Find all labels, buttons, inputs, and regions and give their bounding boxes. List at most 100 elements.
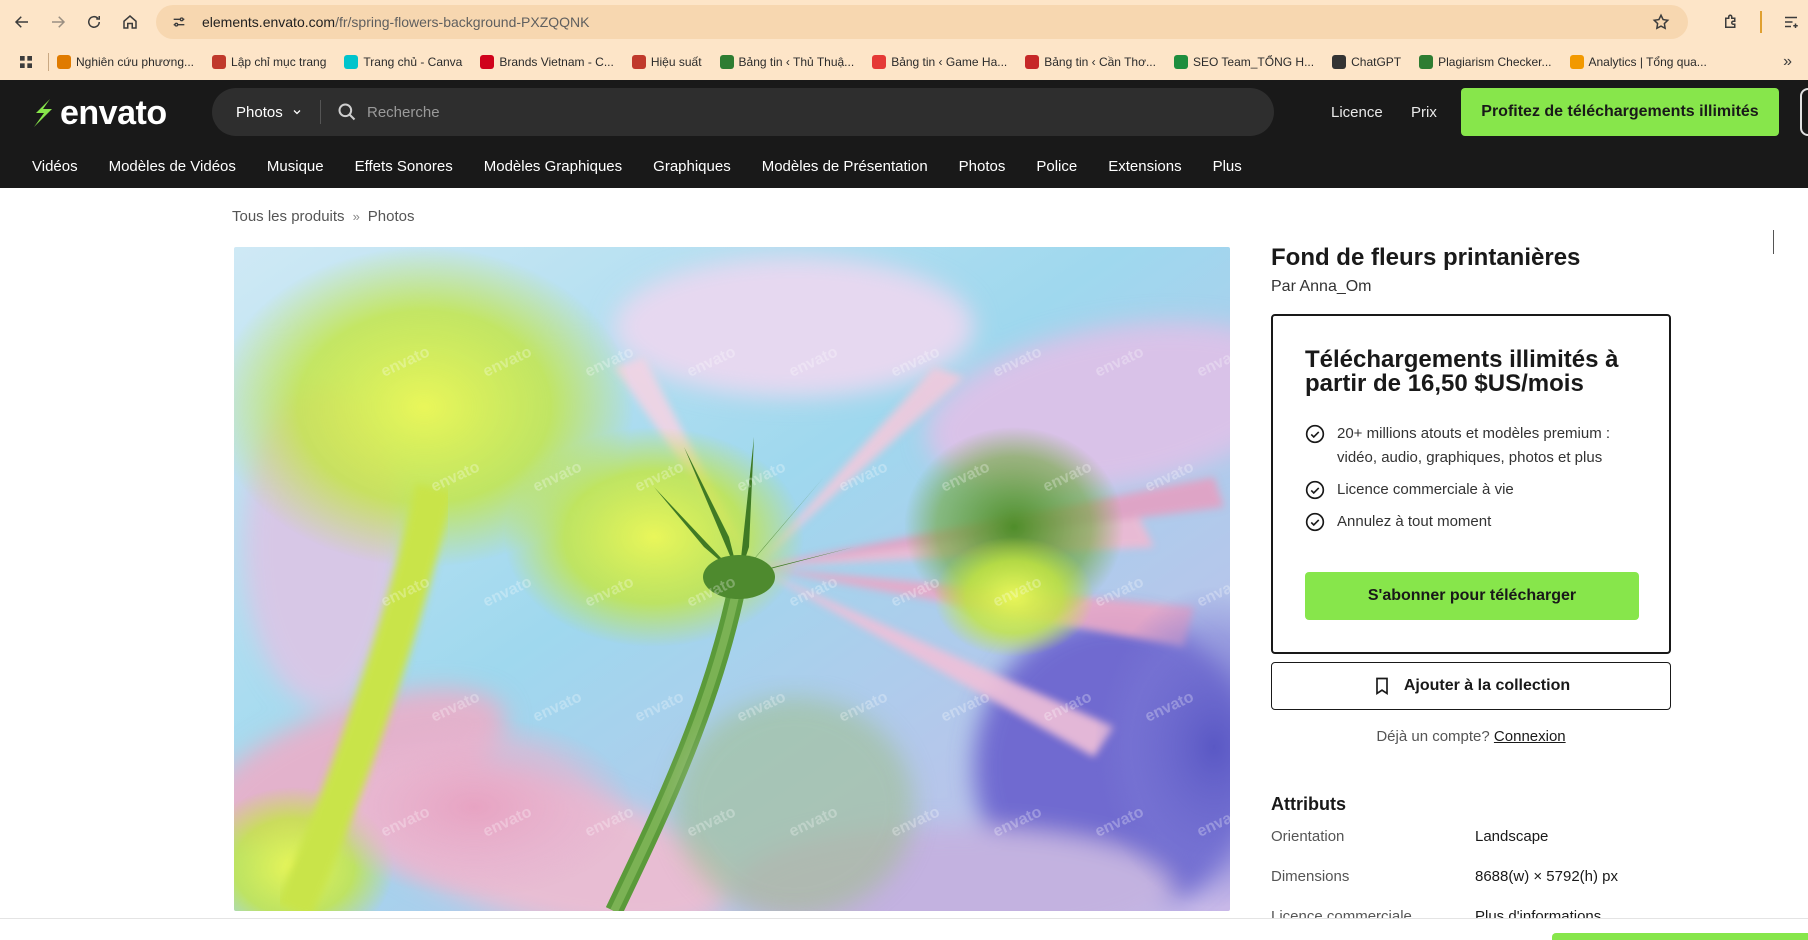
logo-text: envato bbox=[60, 94, 167, 132]
bookmark-label: ChatGPT bbox=[1351, 55, 1402, 69]
home-icon bbox=[123, 15, 137, 29]
nav-divider bbox=[1773, 230, 1774, 254]
extensions-button[interactable] bbox=[1714, 4, 1748, 40]
bookmark-star-icon[interactable] bbox=[1652, 13, 1670, 36]
envato-leaf-icon bbox=[34, 98, 52, 127]
category-nav-item[interactable]: Police bbox=[1036, 158, 1077, 175]
subscription-card: Téléchargements illimités à partir de 16… bbox=[1271, 314, 1671, 654]
category-nav-item[interactable]: Extensions bbox=[1108, 158, 1181, 175]
author-link[interactable]: Anna_Om bbox=[1299, 278, 1371, 295]
bookmark-item[interactable]: ChatGPT bbox=[1332, 55, 1401, 69]
search-input[interactable] bbox=[367, 103, 1167, 121]
bookmark-item[interactable]: Bảng tin ‹ Game Ha... bbox=[872, 55, 1007, 69]
attribute-row: Dimensions 8688(w) × 5792(h) px bbox=[1271, 868, 1671, 885]
reload-icon bbox=[88, 15, 100, 28]
category-nav-item[interactable]: Photos bbox=[959, 158, 1006, 175]
site-header: envato Photos Licence Prix Profitez de t… bbox=[0, 80, 1808, 254]
search-icon[interactable] bbox=[337, 102, 357, 122]
apps-grid-icon[interactable] bbox=[12, 54, 40, 70]
bookmark-item[interactable]: Analytics | Tổng qua... bbox=[1569, 55, 1707, 69]
feature-item: Licence commerciale à vie bbox=[1305, 478, 1637, 502]
forward-button[interactable] bbox=[40, 4, 76, 40]
search-divider bbox=[320, 100, 321, 124]
search-category-label: Photos bbox=[236, 103, 283, 121]
bookmark-label: Bảng tin ‹ Cần Thơ... bbox=[1044, 55, 1156, 69]
rank-icon bbox=[631, 55, 646, 69]
account-prompt: Déjà un compte? Connexion bbox=[1271, 728, 1671, 745]
more-bookmarks-icon[interactable]: » bbox=[1783, 53, 1792, 71]
home-button[interactable] bbox=[112, 4, 148, 40]
bookmarks-bar: Nghiên cứu phương... Lập chỉ mục trang Tra… bbox=[0, 44, 1808, 80]
category-nav-item[interactable]: Modèles de Vidéos bbox=[109, 158, 236, 175]
bookmark-label: Brands Vietnam - C... bbox=[499, 55, 614, 69]
category-nav-item[interactable]: Musique bbox=[267, 158, 324, 175]
add-to-collection-label: Ajouter à la collection bbox=[1403, 677, 1571, 694]
attribute-key: Dimensions bbox=[1271, 868, 1350, 885]
category-nav-item[interactable]: Plus bbox=[1213, 158, 1242, 175]
breadcrumb-current[interactable]: Photos bbox=[368, 208, 415, 225]
bookmark-item[interactable]: Lập chỉ mục trang bbox=[212, 55, 326, 69]
analytics-icon bbox=[1569, 55, 1584, 69]
bookmark-item[interactable]: Nghiên cứu phương... bbox=[57, 55, 194, 69]
attributes-heading: Attributs bbox=[1271, 794, 1346, 814]
category-nav-item[interactable]: Modèles Graphiques bbox=[484, 158, 622, 175]
pr-icon bbox=[1419, 55, 1434, 69]
category-nav-item[interactable]: Vidéos bbox=[32, 158, 78, 175]
check-circle-icon bbox=[1305, 480, 1325, 500]
product-preview-image[interactable]: envato envato envato envato envato envato enva… bbox=[234, 247, 1230, 911]
license-link[interactable]: Licence bbox=[1331, 104, 1383, 121]
breadcrumb: Tous les produits » Photos bbox=[232, 208, 415, 225]
list-icon bbox=[1785, 16, 1798, 28]
openai-icon bbox=[1332, 55, 1347, 69]
category-nav-item[interactable]: Modèles de Présentation bbox=[762, 158, 928, 175]
bottom-accent-strip bbox=[1552, 933, 1808, 940]
feature-list: 20+ millions atouts et modèles premium :… bbox=[1305, 422, 1637, 534]
bookmark-label: Bảng tin ‹ Thủ Thuậ... bbox=[738, 55, 855, 69]
breadcrumb-root[interactable]: Tous les produits bbox=[232, 208, 345, 225]
account-button[interactable] bbox=[1800, 88, 1808, 136]
bookmark-label: Hiệu suất bbox=[650, 55, 702, 69]
bookmark-item[interactable]: Trang chủ - Canva bbox=[344, 55, 462, 69]
123-icon bbox=[57, 55, 71, 69]
site-info-icon[interactable] bbox=[164, 14, 194, 30]
check-circle-icon bbox=[1305, 424, 1325, 444]
author-prefix: Par bbox=[1271, 278, 1296, 295]
pricing-link[interactable]: Prix bbox=[1411, 104, 1437, 121]
chevron-down-icon bbox=[293, 110, 301, 115]
bookmark-label: Nghiên cứu phương... bbox=[76, 55, 195, 69]
category-nav-item[interactable]: Graphiques bbox=[653, 158, 731, 175]
check-circle-icon bbox=[1305, 512, 1325, 532]
subscribe-button[interactable]: S'abonner pour télécharger bbox=[1305, 572, 1639, 620]
bookmark-item[interactable]: SEO Team_TỔNG H... bbox=[1173, 55, 1314, 69]
unlimited-downloads-button[interactable]: Profitez de téléchargements illimités bbox=[1461, 88, 1779, 136]
bookmark-item[interactable]: Bảng tin ‹ Cần Thơ... bbox=[1025, 55, 1156, 69]
puzzle-icon bbox=[1725, 14, 1736, 28]
add-to-collection-button[interactable]: Ajouter à la collection bbox=[1271, 662, 1671, 710]
attribute-row: Orientation Landscape bbox=[1271, 828, 1671, 845]
bookmark-item[interactable]: Bảng tin ‹ Thủ Thuậ... bbox=[719, 55, 855, 69]
arrow-left-icon bbox=[14, 16, 28, 28]
bookmark-list: Nghiên cứu phương... Lập chỉ mục trang Tra… bbox=[57, 55, 1725, 69]
bottom-sticky-bar bbox=[0, 918, 1808, 940]
search-category-select[interactable]: Photos bbox=[236, 104, 320, 121]
envato-logo[interactable]: envato bbox=[30, 94, 167, 133]
address-bar[interactable]: elements.envato.com/fr/spring-flowers-ba… bbox=[156, 5, 1688, 39]
account-question: Déjà un compte? bbox=[1376, 728, 1490, 745]
login-link[interactable]: Connexion bbox=[1494, 728, 1566, 745]
reload-button[interactable] bbox=[76, 4, 112, 40]
bookmark-item[interactable]: Hiệu suất bbox=[631, 55, 702, 69]
bookmark-icon bbox=[1376, 677, 1388, 696]
category-nav-item[interactable]: Effets Sonores bbox=[355, 158, 453, 175]
url-text: elements.envato.com/fr/spring-flowers-ba… bbox=[202, 14, 590, 30]
bookmark-label: Plagiarism Checker... bbox=[1438, 55, 1552, 69]
bookmark-item[interactable]: Brands Vietnam - C... bbox=[480, 55, 614, 69]
back-button[interactable] bbox=[4, 4, 40, 40]
bookmark-item[interactable]: Plagiarism Checker... bbox=[1419, 55, 1552, 69]
bookmark-label: Bảng tin ‹ Game Ha... bbox=[891, 55, 1008, 69]
bookmark-label: Lập chỉ mục trang bbox=[231, 55, 327, 69]
reading-list-button[interactable] bbox=[1774, 4, 1808, 40]
category-nav: Vidéos Modèles de Vidéos Musique Effets Son… bbox=[0, 144, 1808, 188]
leaf-icon bbox=[719, 55, 734, 69]
browser-toolbar: elements.envato.com/fr/spring-flowers-ba… bbox=[0, 0, 1808, 44]
bookmark-label: Analytics | Tổng qua... bbox=[1588, 55, 1707, 69]
